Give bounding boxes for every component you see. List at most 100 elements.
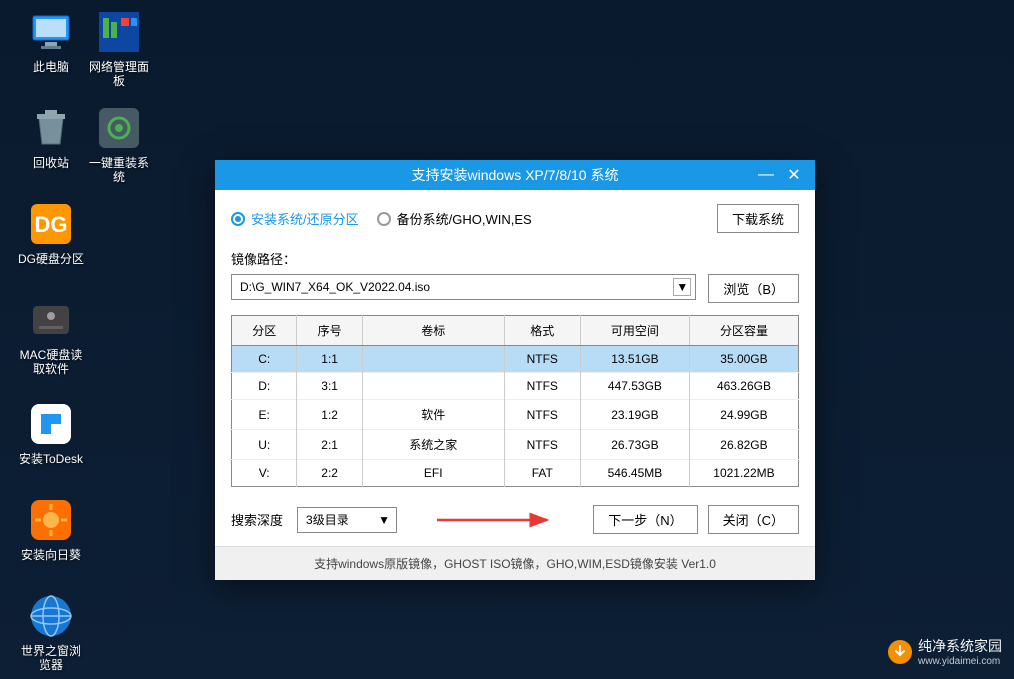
titlebar[interactable]: 支持安装windows XP/7/8/10 系统 — ✕ <box>215 160 815 190</box>
icon-label: 回收站 <box>16 156 86 170</box>
radio-label: 安装系统/还原分区 <box>251 209 359 228</box>
desktop-icon[interactable]: 回收站 <box>16 104 86 170</box>
cell-format: NTFS <box>504 346 580 373</box>
cell-capacity: 24.99GB <box>689 400 798 430</box>
app-icon <box>27 296 75 344</box>
close-button[interactable]: 关闭（C） <box>708 505 799 534</box>
app-icon <box>27 592 75 640</box>
app-icon <box>27 104 75 152</box>
cell-free: 13.51GB <box>580 346 689 373</box>
image-path-value: D:\G_WIN7_X64_OK_V2022.04.iso <box>240 280 430 294</box>
arrow-annotation <box>407 507 583 533</box>
cell-capacity: 26.82GB <box>689 430 798 460</box>
col-format: 格式 <box>504 316 580 346</box>
image-path-label: 镜像路径： <box>231 249 799 268</box>
watermark-title: 纯净系统家园 <box>918 638 1002 654</box>
next-button[interactable]: 下一步（N） <box>593 505 697 534</box>
icon-label: 世界之窗浏览器 <box>16 644 86 672</box>
desktop-icon[interactable]: 网络管理面板 <box>84 8 154 88</box>
chevron-down-icon: ▼ <box>378 513 390 527</box>
browse-button[interactable]: 浏览（B） <box>708 274 799 303</box>
cell-serial: 1:2 <box>297 400 362 430</box>
svg-text:DG: DG <box>35 212 68 237</box>
chevron-down-icon[interactable]: ▼ <box>673 278 691 296</box>
download-system-button[interactable]: 下载系统 <box>717 204 799 233</box>
radio-label: 备份系统/GHO,WIN,ES <box>397 209 532 228</box>
search-depth-value: 3级目录 <box>306 511 349 528</box>
cell-label <box>362 346 504 373</box>
watermark: 纯净系统家园 www.yidaimei.com <box>888 636 1002 667</box>
cell-free: 546.45MB <box>580 460 689 487</box>
col-capacity: 分区容量 <box>689 316 798 346</box>
window-title: 支持安装windows XP/7/8/10 系统 <box>412 165 619 185</box>
radio-backup[interactable]: 备份系统/GHO,WIN,ES <box>377 209 532 228</box>
cell-partition: E: <box>232 400 297 430</box>
cell-free: 23.19GB <box>580 400 689 430</box>
table-row[interactable]: V:2:2EFIFAT546.45MB1021.22MB <box>232 460 799 487</box>
close-icon[interactable]: ✕ <box>785 165 803 185</box>
cell-serial: 3:1 <box>297 373 362 400</box>
app-icon <box>27 8 75 56</box>
col-partition: 分区 <box>232 316 297 346</box>
cell-partition: U: <box>232 430 297 460</box>
table-row[interactable]: D:3:1 NTFS447.53GB463.26GB <box>232 373 799 400</box>
cell-partition: V: <box>232 460 297 487</box>
radio-install-restore[interactable]: 安装系统/还原分区 <box>231 209 359 228</box>
cell-label <box>362 373 504 400</box>
table-header-row: 分区 序号 卷标 格式 可用空间 分区容量 <box>232 316 799 346</box>
icon-label: 安装ToDesk <box>16 452 86 466</box>
icon-label: MAC硬盘读取软件 <box>16 348 86 376</box>
cell-format: NTFS <box>504 400 580 430</box>
image-path-combobox[interactable]: D:\G_WIN7_X64_OK_V2022.04.iso ▼ <box>231 274 696 300</box>
cell-partition: D: <box>232 373 297 400</box>
icon-label: 一键重装系统 <box>84 156 154 184</box>
table-row[interactable]: U:2:1系统之家NTFS26.73GB26.82GB <box>232 430 799 460</box>
col-serial: 序号 <box>297 316 362 346</box>
minimize-icon[interactable]: — <box>757 166 775 184</box>
search-depth-select[interactable]: 3级目录 ▼ <box>297 507 397 533</box>
app-icon <box>95 8 143 56</box>
cell-label: 系统之家 <box>362 430 504 460</box>
desktop-icon[interactable]: 此电脑 <box>16 8 86 74</box>
watermark-url: www.yidaimei.com <box>918 656 1002 667</box>
desktop-icon[interactable]: 安装向日葵 <box>16 496 86 562</box>
watermark-icon <box>888 640 912 664</box>
cell-serial: 2:1 <box>297 430 362 460</box>
radio-icon <box>231 212 245 226</box>
desktop-icon[interactable]: DG DG硬盘分区 <box>16 200 86 266</box>
cell-format: NTFS <box>504 430 580 460</box>
search-depth-label: 搜索深度 <box>231 510 283 529</box>
app-icon <box>95 104 143 152</box>
table-row[interactable]: C:1:1 NTFS13.51GB35.00GB <box>232 346 799 373</box>
cell-free: 447.53GB <box>580 373 689 400</box>
cell-label: EFI <box>362 460 504 487</box>
cell-partition: C: <box>232 346 297 373</box>
col-label: 卷标 <box>362 316 504 346</box>
cell-free: 26.73GB <box>580 430 689 460</box>
window-footer: 支持windows原版镜像，GHOST ISO镜像，GHO,WIM,ESD镜像安… <box>215 546 815 580</box>
desktop-icon[interactable]: 安装ToDesk <box>16 400 86 466</box>
app-icon: DG <box>27 200 75 248</box>
icon-label: 网络管理面板 <box>84 60 154 88</box>
desktop-icon[interactable]: MAC硬盘读取软件 <box>16 296 86 376</box>
icon-label: 此电脑 <box>16 60 86 74</box>
desktop: 此电脑网络管理面板回收站一键重装系统 DG DG硬盘分区 MAC硬盘读取软件安装ToD… <box>0 0 1014 679</box>
cell-format: NTFS <box>504 373 580 400</box>
app-icon <box>27 400 75 448</box>
cell-capacity: 463.26GB <box>689 373 798 400</box>
installer-window: 支持安装windows XP/7/8/10 系统 — ✕ 安装系统/还原分区 备… <box>215 160 815 580</box>
cell-label: 软件 <box>362 400 504 430</box>
cell-capacity: 1021.22MB <box>689 460 798 487</box>
radio-icon <box>377 212 391 226</box>
cell-format: FAT <box>504 460 580 487</box>
icon-label: 安装向日葵 <box>16 548 86 562</box>
icon-label: DG硬盘分区 <box>16 252 86 266</box>
table-row[interactable]: E:1:2软件NTFS23.19GB24.99GB <box>232 400 799 430</box>
cell-serial: 2:2 <box>297 460 362 487</box>
app-icon <box>27 496 75 544</box>
desktop-icon[interactable]: 一键重装系统 <box>84 104 154 184</box>
col-free: 可用空间 <box>580 316 689 346</box>
cell-capacity: 35.00GB <box>689 346 798 373</box>
cell-serial: 1:1 <box>297 346 362 373</box>
desktop-icon[interactable]: 世界之窗浏览器 <box>16 592 86 672</box>
